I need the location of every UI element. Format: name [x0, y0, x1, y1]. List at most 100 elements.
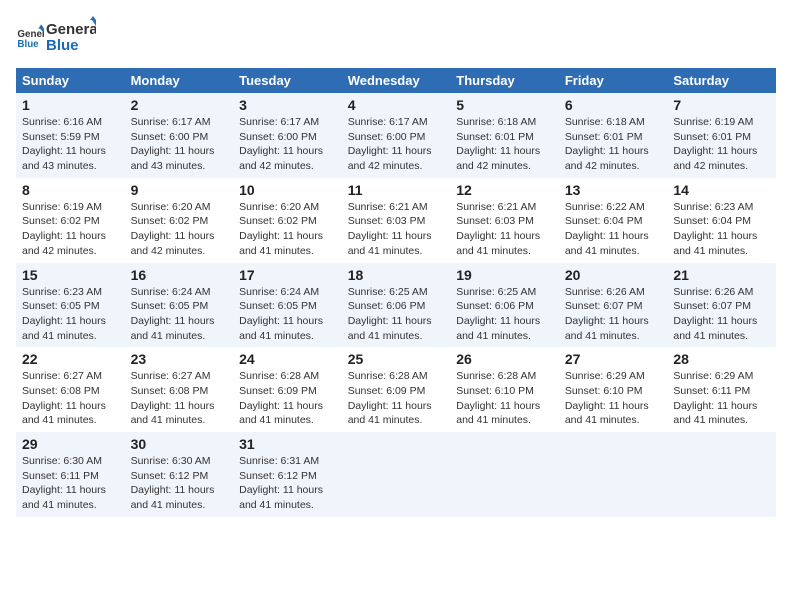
day-number: 3	[239, 97, 336, 113]
day-info: Sunrise: 6:22 AMSunset: 6:04 PMDaylight:…	[565, 201, 649, 257]
calendar-day-cell: 19 Sunrise: 6:25 AMSunset: 6:06 PMDaylig…	[450, 263, 559, 348]
calendar-day-cell: 22 Sunrise: 6:27 AMSunset: 6:08 PMDaylig…	[16, 347, 125, 432]
day-info: Sunrise: 6:19 AMSunset: 6:01 PMDaylight:…	[673, 116, 757, 172]
calendar-day-cell: 18 Sunrise: 6:25 AMSunset: 6:06 PMDaylig…	[342, 263, 451, 348]
day-info: Sunrise: 6:21 AMSunset: 6:03 PMDaylight:…	[348, 201, 432, 257]
calendar-day-cell	[342, 432, 451, 517]
calendar-week-row: 29 Sunrise: 6:30 AMSunset: 6:11 PMDaylig…	[16, 432, 776, 517]
day-number: 9	[131, 182, 228, 198]
calendar-day-cell	[559, 432, 668, 517]
day-info: Sunrise: 6:17 AMSunset: 6:00 PMDaylight:…	[131, 116, 215, 172]
day-number: 22	[22, 351, 119, 367]
logo-icon: General Blue	[16, 23, 44, 51]
weekday-header-cell: Sunday	[16, 68, 125, 93]
day-number: 13	[565, 182, 662, 198]
day-number: 10	[239, 182, 336, 198]
day-info: Sunrise: 6:31 AMSunset: 6:12 PMDaylight:…	[239, 455, 323, 511]
svg-text:Blue: Blue	[46, 37, 79, 54]
day-info: Sunrise: 6:18 AMSunset: 6:01 PMDaylight:…	[565, 116, 649, 172]
day-number: 16	[131, 267, 228, 283]
calendar-week-row: 8 Sunrise: 6:19 AMSunset: 6:02 PMDayligh…	[16, 178, 776, 263]
day-number: 17	[239, 267, 336, 283]
calendar-day-cell: 27 Sunrise: 6:29 AMSunset: 6:10 PMDaylig…	[559, 347, 668, 432]
day-number: 28	[673, 351, 770, 367]
calendar-day-cell	[667, 432, 776, 517]
day-info: Sunrise: 6:28 AMSunset: 6:09 PMDaylight:…	[348, 370, 432, 426]
day-number: 14	[673, 182, 770, 198]
calendar-day-cell: 14 Sunrise: 6:23 AMSunset: 6:04 PMDaylig…	[667, 178, 776, 263]
day-number: 2	[131, 97, 228, 113]
calendar-day-cell: 26 Sunrise: 6:28 AMSunset: 6:10 PMDaylig…	[450, 347, 559, 432]
calendar-day-cell: 21 Sunrise: 6:26 AMSunset: 6:07 PMDaylig…	[667, 263, 776, 348]
day-number: 11	[348, 182, 445, 198]
weekday-header-cell: Thursday	[450, 68, 559, 93]
page-container: General Blue General Blue	[0, 0, 792, 525]
calendar-week-row: 1 Sunrise: 6:16 AMSunset: 5:59 PMDayligh…	[16, 93, 776, 178]
weekday-header-cell: Friday	[559, 68, 668, 93]
day-number: 31	[239, 436, 336, 452]
general-blue-logo-svg: General Blue	[46, 16, 96, 58]
calendar-day-cell: 17 Sunrise: 6:24 AMSunset: 6:05 PMDaylig…	[233, 263, 342, 348]
day-number: 27	[565, 351, 662, 367]
day-info: Sunrise: 6:18 AMSunset: 6:01 PMDaylight:…	[456, 116, 540, 172]
day-info: Sunrise: 6:29 AMSunset: 6:11 PMDaylight:…	[673, 370, 757, 426]
day-number: 6	[565, 97, 662, 113]
calendar-day-cell: 2 Sunrise: 6:17 AMSunset: 6:00 PMDayligh…	[125, 93, 234, 178]
day-info: Sunrise: 6:20 AMSunset: 6:02 PMDaylight:…	[131, 201, 215, 257]
day-info: Sunrise: 6:20 AMSunset: 6:02 PMDaylight:…	[239, 201, 323, 257]
calendar-table: SundayMondayTuesdayWednesdayThursdayFrid…	[16, 68, 776, 517]
day-number: 4	[348, 97, 445, 113]
day-info: Sunrise: 6:23 AMSunset: 6:05 PMDaylight:…	[22, 286, 106, 342]
calendar-body: 1 Sunrise: 6:16 AMSunset: 5:59 PMDayligh…	[16, 93, 776, 517]
day-number: 26	[456, 351, 553, 367]
day-info: Sunrise: 6:30 AMSunset: 6:11 PMDaylight:…	[22, 455, 106, 511]
day-info: Sunrise: 6:28 AMSunset: 6:10 PMDaylight:…	[456, 370, 540, 426]
day-number: 1	[22, 97, 119, 113]
day-info: Sunrise: 6:23 AMSunset: 6:04 PMDaylight:…	[673, 201, 757, 257]
day-number: 30	[131, 436, 228, 452]
calendar-day-cell: 13 Sunrise: 6:22 AMSunset: 6:04 PMDaylig…	[559, 178, 668, 263]
calendar-week-row: 22 Sunrise: 6:27 AMSunset: 6:08 PMDaylig…	[16, 347, 776, 432]
day-info: Sunrise: 6:25 AMSunset: 6:06 PMDaylight:…	[456, 286, 540, 342]
day-info: Sunrise: 6:19 AMSunset: 6:02 PMDaylight:…	[22, 201, 106, 257]
day-info: Sunrise: 6:30 AMSunset: 6:12 PMDaylight:…	[131, 455, 215, 511]
calendar-day-cell: 6 Sunrise: 6:18 AMSunset: 6:01 PMDayligh…	[559, 93, 668, 178]
day-info: Sunrise: 6:25 AMSunset: 6:06 PMDaylight:…	[348, 286, 432, 342]
day-info: Sunrise: 6:27 AMSunset: 6:08 PMDaylight:…	[22, 370, 106, 426]
calendar-day-cell: 15 Sunrise: 6:23 AMSunset: 6:05 PMDaylig…	[16, 263, 125, 348]
weekday-header-cell: Monday	[125, 68, 234, 93]
calendar-day-cell: 9 Sunrise: 6:20 AMSunset: 6:02 PMDayligh…	[125, 178, 234, 263]
day-info: Sunrise: 6:24 AMSunset: 6:05 PMDaylight:…	[239, 286, 323, 342]
calendar-day-cell: 23 Sunrise: 6:27 AMSunset: 6:08 PMDaylig…	[125, 347, 234, 432]
calendar-day-cell: 29 Sunrise: 6:30 AMSunset: 6:11 PMDaylig…	[16, 432, 125, 517]
calendar-day-cell: 28 Sunrise: 6:29 AMSunset: 6:11 PMDaylig…	[667, 347, 776, 432]
day-info: Sunrise: 6:26 AMSunset: 6:07 PMDaylight:…	[565, 286, 649, 342]
svg-text:General: General	[46, 21, 96, 38]
day-number: 24	[239, 351, 336, 367]
day-info: Sunrise: 6:24 AMSunset: 6:05 PMDaylight:…	[131, 286, 215, 342]
weekday-header-row: SundayMondayTuesdayWednesdayThursdayFrid…	[16, 68, 776, 93]
calendar-day-cell: 5 Sunrise: 6:18 AMSunset: 6:01 PMDayligh…	[450, 93, 559, 178]
weekday-header-cell: Tuesday	[233, 68, 342, 93]
weekday-header-cell: Wednesday	[342, 68, 451, 93]
day-number: 23	[131, 351, 228, 367]
day-number: 8	[22, 182, 119, 198]
calendar-day-cell: 16 Sunrise: 6:24 AMSunset: 6:05 PMDaylig…	[125, 263, 234, 348]
calendar-day-cell: 20 Sunrise: 6:26 AMSunset: 6:07 PMDaylig…	[559, 263, 668, 348]
calendar-day-cell: 3 Sunrise: 6:17 AMSunset: 6:00 PMDayligh…	[233, 93, 342, 178]
calendar-day-cell: 4 Sunrise: 6:17 AMSunset: 6:00 PMDayligh…	[342, 93, 451, 178]
page-header: General Blue General Blue	[16, 16, 776, 58]
calendar-day-cell: 30 Sunrise: 6:30 AMSunset: 6:12 PMDaylig…	[125, 432, 234, 517]
calendar-day-cell	[450, 432, 559, 517]
logo: General Blue General Blue	[16, 16, 96, 58]
day-info: Sunrise: 6:17 AMSunset: 6:00 PMDaylight:…	[348, 116, 432, 172]
calendar-day-cell: 8 Sunrise: 6:19 AMSunset: 6:02 PMDayligh…	[16, 178, 125, 263]
day-info: Sunrise: 6:16 AMSunset: 5:59 PMDaylight:…	[22, 116, 106, 172]
day-number: 29	[22, 436, 119, 452]
calendar-day-cell: 12 Sunrise: 6:21 AMSunset: 6:03 PMDaylig…	[450, 178, 559, 263]
calendar-day-cell: 31 Sunrise: 6:31 AMSunset: 6:12 PMDaylig…	[233, 432, 342, 517]
day-info: Sunrise: 6:29 AMSunset: 6:10 PMDaylight:…	[565, 370, 649, 426]
calendar-day-cell: 24 Sunrise: 6:28 AMSunset: 6:09 PMDaylig…	[233, 347, 342, 432]
calendar-day-cell: 1 Sunrise: 6:16 AMSunset: 5:59 PMDayligh…	[16, 93, 125, 178]
calendar-day-cell: 25 Sunrise: 6:28 AMSunset: 6:09 PMDaylig…	[342, 347, 451, 432]
